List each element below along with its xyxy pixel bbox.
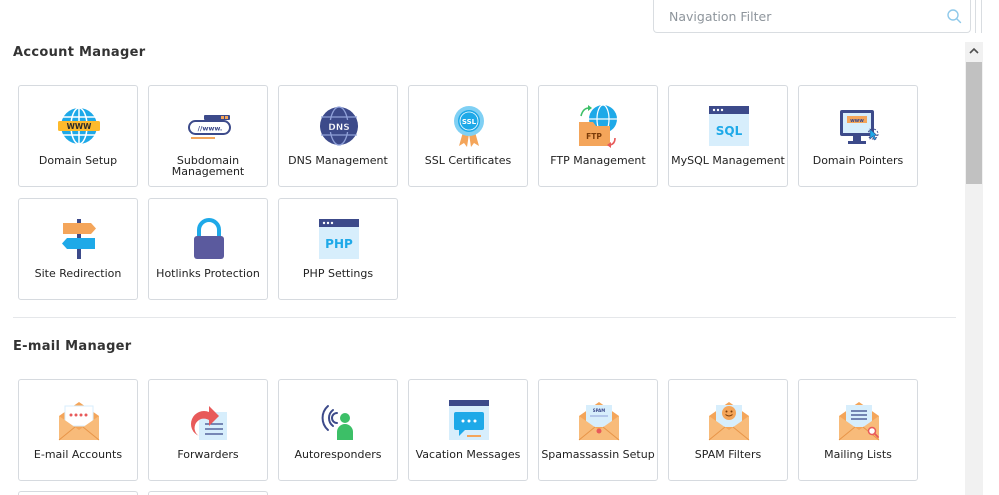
tile-domain-setup[interactable]: WWW Domain Setup <box>18 85 138 187</box>
search-icon[interactable] <box>946 8 962 24</box>
tile-label: Mailing Lists <box>824 448 892 461</box>
scrollbar-thumb[interactable] <box>966 62 982 184</box>
tile-subdomain-management[interactable]: //www. Subdomain Management <box>148 85 268 187</box>
envelope-list-search-icon <box>838 402 880 441</box>
tile-label: Autoresponders <box>294 448 382 461</box>
tile-label: Subdomain Management <box>171 154 245 178</box>
tile-vacation-messages[interactable]: Vacation Messages <box>408 379 528 481</box>
svg-text://www.: //www. <box>198 125 223 133</box>
tile-partial[interactable] <box>148 491 268 495</box>
navigation-filter-input[interactable] <box>654 0 934 32</box>
tile-dns-management[interactable]: DNS DNS Management <box>278 85 398 187</box>
tile-spamassassin-setup[interactable]: SPAM Spamassassin Setup <box>538 379 658 481</box>
tile-ftp-management[interactable]: FTP FTP Management <box>538 85 658 187</box>
tile-domain-pointers[interactable]: www Domain Pointers <box>798 85 918 187</box>
svg-text:WWW: WWW <box>67 122 93 131</box>
tile-email-accounts[interactable]: E-mail Accounts <box>18 379 138 481</box>
tile-label: MySQL Management <box>671 154 785 167</box>
svg-text:www: www <box>850 118 864 124</box>
tile-label: E-mail Accounts <box>33 448 123 461</box>
tile-label: Spamassassin Setup <box>541 448 655 461</box>
tile-hotlinks-protection[interactable]: Hotlinks Protection <box>148 198 268 300</box>
envelope-spam-icon: SPAM <box>578 402 620 441</box>
tile-label: FTP Management <box>550 154 646 167</box>
tile-mailing-lists[interactable]: Mailing Lists <box>798 379 918 481</box>
tile-label: Domain Setup <box>38 154 118 167</box>
section-title-account-manager: Account Manager <box>13 45 146 60</box>
tile-label: SPAM Filters <box>694 448 762 461</box>
chevron-up-icon[interactable] <box>965 42 983 60</box>
tile-ssl-certificates[interactable]: SSL SSL Certificates <box>408 85 528 187</box>
svg-text:SQL: SQL <box>716 124 743 138</box>
svg-text:PHP: PHP <box>325 237 353 251</box>
envelope-password-icon <box>58 402 100 441</box>
envelope-smiley-icon <box>708 402 750 441</box>
tile-php-settings[interactable]: PHP PHP Settings <box>278 198 398 300</box>
signpost-icon <box>62 219 96 259</box>
tile-partial[interactable] <box>18 491 138 495</box>
svg-text:SPAM: SPAM <box>593 408 606 413</box>
tile-label: Hotlinks Protection <box>156 267 260 280</box>
tile-autoresponders[interactable]: Autoresponders <box>278 379 398 481</box>
section-title-email-manager: E-mail Manager <box>13 339 132 354</box>
forward-arrow-document-icon <box>191 406 227 440</box>
tile-label: Site Redirection <box>34 267 122 280</box>
navigation-filter[interactable] <box>653 0 971 33</box>
svg-text:FTP: FTP <box>586 132 602 141</box>
tile-mysql-management[interactable]: SQL MySQL Management <box>668 85 788 187</box>
panel-edge <box>975 0 976 33</box>
padlock-icon <box>194 218 224 259</box>
person-broadcast-icon <box>321 405 353 440</box>
tile-label: DNS Management <box>288 154 388 167</box>
sql-window-icon: SQL <box>709 106 749 146</box>
calendar-message-icon <box>449 400 489 440</box>
vertical-scrollbar[interactable] <box>965 42 983 495</box>
ssl-badge-icon: SSL <box>454 106 484 147</box>
svg-text:SSL: SSL <box>462 118 477 126</box>
tile-label: Forwarders <box>177 448 239 461</box>
tile-label: Domain Pointers <box>812 154 904 167</box>
tile-spam-filters[interactable]: SPAM Filters <box>668 379 788 481</box>
php-window-icon: PHP <box>319 219 359 259</box>
tile-label: Vacation Messages <box>415 448 521 461</box>
tile-site-redirection[interactable]: Site Redirection <box>18 198 138 300</box>
svg-text:DNS: DNS <box>328 123 350 133</box>
tile-label: PHP Settings <box>302 267 374 280</box>
dns-globe-icon: DNS <box>320 106 358 146</box>
tile-label: SSL Certificates <box>424 154 512 167</box>
panel-edge <box>981 0 982 33</box>
tile-forwarders[interactable]: Forwarders <box>148 379 268 481</box>
globe-www-icon: WWW <box>58 107 100 145</box>
subdomain-www-bar-icon: //www. <box>188 115 231 139</box>
section-divider <box>13 317 956 318</box>
ftp-folder-globe-icon: FTP <box>579 104 617 148</box>
monitor-www-pointer-icon: www <box>840 110 879 144</box>
